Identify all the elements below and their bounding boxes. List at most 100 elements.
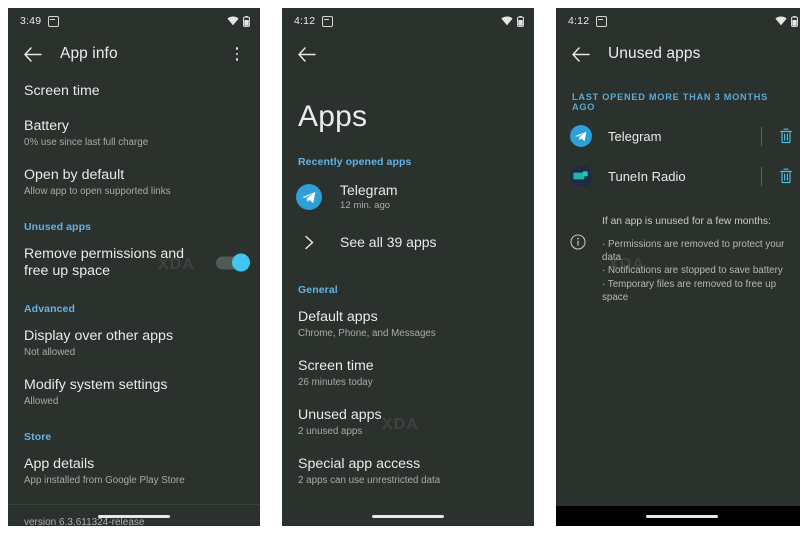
screenshot-root: 3:49 App info Screen time Battery 0% use… — [0, 0, 800, 538]
row-title: Display over other apps — [24, 328, 174, 344]
row-screen-time[interactable]: Screen time — [8, 74, 260, 109]
row-title: Battery — [24, 118, 69, 134]
section-header-store: Store — [24, 431, 52, 443]
page-title: Unused apps — [608, 45, 701, 62]
phone-screen-apps: 4:12 Apps Recently opened apps Telegram … — [282, 8, 534, 526]
home-gesture-pill[interactable] — [646, 514, 718, 518]
row-title: Modify system settings — [24, 377, 168, 393]
row-screen-time[interactable]: Screen time 26 minutes today — [282, 349, 534, 398]
row-subtitle: 26 minutes today — [298, 377, 373, 388]
row-modify-system-settings[interactable]: Modify system settings Allowed — [8, 368, 260, 417]
status-clock: 4:12 — [568, 15, 590, 27]
status-bar-left: 3:49 — [20, 15, 60, 27]
row-unused-apps[interactable]: Unused apps 2 unused apps — [282, 398, 534, 447]
row-subtitle: Allowed — [24, 396, 59, 407]
list-item-tunein-radio[interactable]: TuneIn Radio — [556, 156, 800, 196]
row-title: Default apps — [298, 309, 378, 325]
row-subtitle: Chrome, Phone, and Messages — [298, 328, 436, 339]
status-bar: 4:12 — [282, 8, 534, 34]
row-subtitle: 0% use since last full charge — [24, 137, 149, 148]
app-name: Telegram — [340, 182, 398, 198]
wifi-icon — [775, 16, 787, 26]
info-circle-icon — [570, 214, 588, 304]
toggle-thumb — [232, 253, 250, 272]
row-subtitle: Allow app to open supported links — [24, 186, 171, 197]
status-bar-right — [227, 15, 250, 27]
unused-apps-list: LAST OPENED MORE THAN 3 MONTHS AGO Teleg… — [556, 74, 800, 304]
tunein-radio-icon — [570, 165, 592, 187]
app-name: TuneIn Radio — [608, 168, 686, 184]
battery-icon — [243, 15, 250, 27]
back-arrow-icon[interactable] — [568, 41, 594, 67]
back-arrow-icon[interactable] — [20, 41, 46, 67]
row-title: Screen time — [298, 358, 374, 374]
notification-square-icon — [48, 15, 60, 27]
remove-permissions-toggle[interactable] — [216, 253, 250, 272]
trash-icon[interactable] — [776, 126, 796, 146]
status-bar-left: 4:12 — [568, 15, 608, 27]
notification-square-icon — [322, 15, 334, 27]
telegram-icon — [296, 184, 322, 210]
back-arrow-icon[interactable] — [294, 41, 320, 67]
list-item-telegram[interactable]: Telegram — [556, 116, 800, 156]
info-bullet: · Notifications are stopped to save batt… — [602, 265, 783, 277]
section-header-last-opened: LAST OPENED MORE THAN 3 MONTHS AGO — [572, 92, 769, 112]
wifi-icon — [501, 16, 513, 26]
row-app-details[interactable]: App details App installed from Google Pl… — [8, 447, 260, 496]
app-bar — [282, 34, 534, 74]
wifi-icon — [227, 16, 239, 26]
status-clock: 3:49 — [20, 15, 42, 27]
row-subtitle: Not allowed — [24, 347, 76, 358]
large-page-title: Apps — [298, 100, 368, 133]
info-text: If an app is unused for a few months: · … — [602, 214, 796, 304]
row-title: Open by default — [24, 167, 125, 183]
home-gesture-pill[interactable] — [98, 514, 170, 518]
phone-screen-unused-apps: 4:12 Unused apps LAST OPENED MORE THAN 3… — [556, 8, 800, 526]
info-bullet: · Permissions are removed to protect you… — [602, 239, 785, 264]
row-title: Special app access — [298, 456, 421, 472]
battery-icon — [517, 15, 524, 27]
apps-list: Recently opened apps Telegram 12 min. ag… — [282, 134, 534, 496]
status-bar: 3:49 — [8, 8, 260, 34]
trash-icon[interactable] — [776, 166, 796, 186]
row-special-app-access[interactable]: Special app access 2 apps can use unrest… — [282, 447, 534, 496]
settings-list: Screen time Battery 0% use since last fu… — [8, 74, 260, 526]
notification-square-icon — [596, 15, 608, 27]
status-bar-left: 4:12 — [294, 15, 334, 27]
recent-app-text: Telegram 12 min. ago — [340, 182, 398, 212]
home-gesture-pill[interactable] — [372, 514, 444, 518]
status-bar-right — [775, 15, 798, 27]
row-title: App details — [24, 456, 95, 472]
navigation-bar — [556, 506, 800, 526]
divider — [761, 126, 762, 146]
row-display-over-other-apps[interactable]: Display over other apps Not allowed — [8, 319, 260, 368]
section-header-recently-opened: Recently opened apps — [298, 156, 412, 168]
overflow-menu-icon[interactable] — [226, 42, 248, 66]
row-remove-permissions[interactable]: Remove permissions and free up space — [8, 237, 260, 289]
row-title: Screen time — [24, 83, 100, 99]
status-clock: 4:12 — [294, 15, 316, 27]
info-bullet-list: · Permissions are removed to protect you… — [602, 238, 796, 304]
row-see-all-apps[interactable]: See all 39 apps — [282, 222, 534, 262]
row-subtitle: App installed from Google Play Store — [24, 475, 185, 486]
row-subtitle: 2 unused apps — [298, 426, 363, 437]
see-all-apps-label: See all 39 apps — [340, 234, 437, 250]
status-bar: 4:12 — [556, 8, 800, 34]
unused-apps-info-block: If an app is unused for a few months: · … — [556, 196, 800, 304]
divider — [761, 166, 762, 186]
section-header-unused-apps: Unused apps — [24, 221, 92, 233]
info-bullet: · Temporary files are removed to free up… — [602, 278, 777, 303]
row-default-apps[interactable]: Default apps Chrome, Phone, and Messages — [282, 300, 534, 349]
section-header-general: General — [298, 284, 338, 296]
app-bar: App info — [8, 34, 260, 74]
row-open-by-default[interactable]: Open by default Allow app to open suppor… — [8, 158, 260, 207]
navigation-bar — [282, 506, 534, 526]
section-header-advanced: Advanced — [24, 303, 75, 315]
navigation-bar — [8, 506, 260, 526]
row-title: Unused apps — [298, 407, 382, 423]
page-title: App info — [60, 45, 118, 62]
phone-screen-app-info: 3:49 App info Screen time Battery 0% use… — [8, 8, 260, 526]
row-title: Remove permissions and free up space — [24, 246, 185, 279]
row-recent-app-telegram[interactable]: Telegram 12 min. ago — [282, 172, 534, 222]
row-battery[interactable]: Battery 0% use since last full charge — [8, 109, 260, 158]
